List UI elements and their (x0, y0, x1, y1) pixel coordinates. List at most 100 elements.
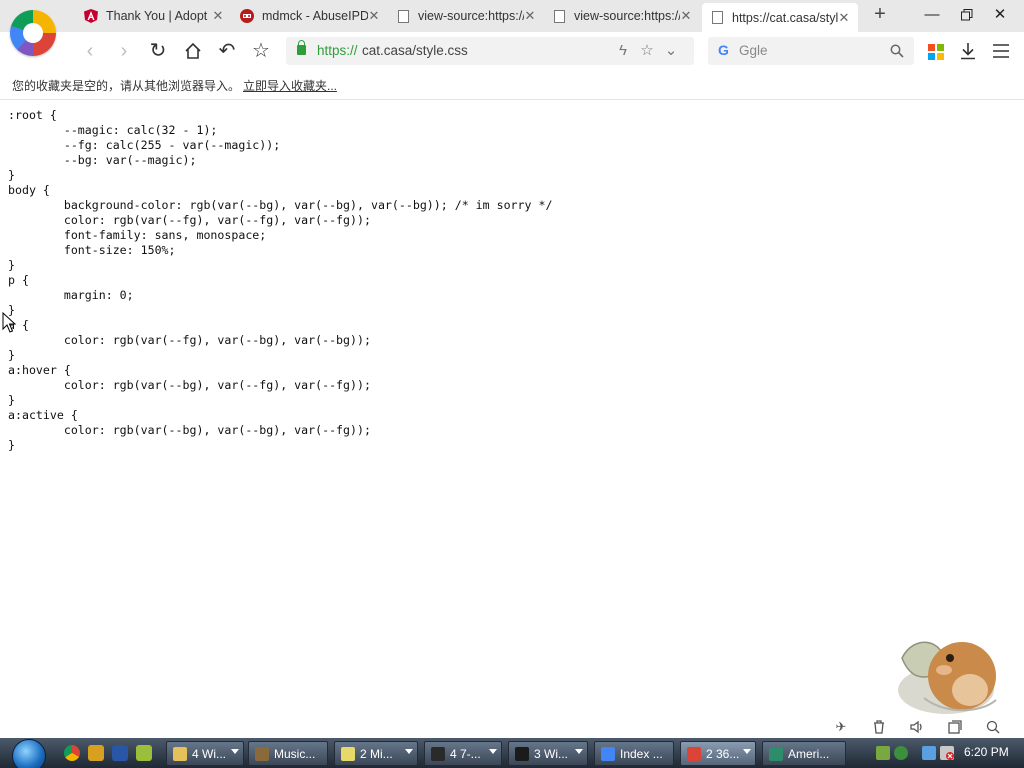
task-app-icon (255, 746, 269, 761)
close-window-button[interactable]: ✕ (988, 4, 1012, 26)
source-line: color: rgb(var(--bg), var(--fg), var(--f… (8, 378, 371, 392)
close-icon[interactable]: ✕ (368, 8, 380, 24)
start-button[interactable] (6, 738, 50, 768)
task-label: 2 Mi... (360, 746, 393, 761)
search-box[interactable]: G Ggle (708, 37, 914, 65)
taskbar-button[interactable]: 2 Mi... (334, 741, 418, 766)
close-icon[interactable]: ✕ (680, 8, 692, 24)
app-icon[interactable] (136, 745, 152, 761)
taskbar-button[interactable]: 4 Wi... (166, 741, 244, 766)
task-app-icon (687, 746, 701, 761)
source-line: a { (8, 318, 29, 332)
task-label: Index ... (620, 746, 663, 761)
tab-thank-you-adopt[interactable]: Thank You | Adopt ✕ (76, 3, 232, 29)
taskbar-button[interactable]: Ameri... (762, 741, 846, 766)
source-line: color: rgb(var(--fg), var(--bg), var(--b… (8, 333, 371, 347)
source-line: :root { (8, 108, 57, 122)
favorite-star-icon[interactable]: ☆ (638, 41, 656, 61)
source-line: } (8, 258, 15, 272)
source-line: } (8, 168, 15, 182)
bookmarks-empty-message: 您的收藏夹是空的，请从其他浏览器导入。 (12, 79, 241, 93)
css-source-text: :root { --magic: calc(32 - 1); --fg: cal… (8, 108, 552, 453)
angular-icon (84, 9, 98, 23)
task-label: 3 Wi... (534, 746, 569, 761)
close-icon[interactable]: ✕ (524, 8, 536, 24)
toolbar: ‹ › ↻ ↶ ☆ https:// cat.casa/style.css ϟ … (0, 32, 1024, 70)
tab-view-source-2[interactable]: view-source:https:// ✕ (544, 3, 700, 29)
taskbar-button[interactable]: 2 36... (680, 741, 756, 766)
task-label: Music... (274, 746, 316, 761)
tab-view-source-1[interactable]: view-source:https:// ✕ (388, 3, 544, 29)
address-bar[interactable]: https:// cat.casa/style.css ϟ ☆ ⌄ (286, 37, 694, 65)
tab-title: https://cat.casa/style (732, 10, 838, 25)
taskbar-button[interactable]: Index ... (594, 741, 674, 766)
undo-close-tab-button[interactable]: ↶ (215, 39, 239, 63)
chrome-icon[interactable] (64, 745, 80, 761)
google-icon: G (718, 42, 729, 58)
tab-cat-casa-style[interactable]: https://cat.casa/style ✕ (702, 3, 858, 32)
tab-abuseipdb[interactable]: mdmck - AbuseIPDB ✕ (232, 3, 388, 29)
document-icon (552, 9, 566, 23)
document-icon (396, 9, 410, 23)
source-line: } (8, 393, 15, 407)
trash-icon[interactable] (870, 718, 888, 736)
chevron-down-icon[interactable] (231, 749, 239, 754)
tab-title: Thank You | Adopt (106, 9, 208, 23)
url-text: cat.casa/style.css (362, 43, 468, 58)
task-app-icon (515, 746, 529, 761)
browser-logo-icon[interactable] (10, 10, 56, 56)
taskbar-button[interactable]: 3 Wi... (508, 741, 588, 766)
search-input[interactable]: Ggle (739, 43, 768, 58)
rocket-icon[interactable]: ✈ (832, 718, 850, 736)
lightning-icon[interactable]: ϟ (614, 41, 632, 61)
bookmark-star-button[interactable]: ☆ (249, 39, 273, 63)
page-content: :root { --magic: calc(32 - 1); --fg: cal… (0, 101, 1024, 713)
taskbar-button[interactable]: 4 7-... (424, 741, 502, 766)
chevron-down-icon[interactable] (575, 749, 583, 754)
volume-muted-icon[interactable] (940, 746, 954, 760)
paint-icon[interactable] (88, 745, 104, 761)
pip-window-icon[interactable] (946, 718, 964, 736)
computer-icon[interactable] (112, 745, 128, 761)
new-tab-button[interactable]: + (870, 4, 890, 26)
task-label: 4 7-... (450, 746, 481, 761)
tray-network-icon[interactable] (894, 746, 908, 760)
tray-app-icon[interactable] (876, 746, 890, 760)
source-line: --magic: calc(32 - 1); (8, 123, 218, 137)
source-line: p { (8, 273, 29, 287)
document-icon (710, 11, 724, 25)
chevron-down-icon[interactable] (489, 749, 497, 754)
import-bookmarks-link[interactable]: 立即导入收藏夹... (243, 77, 337, 94)
chevron-down-icon[interactable]: ⌄ (662, 41, 680, 61)
source-line: } (8, 303, 15, 317)
abuseipdb-icon (240, 9, 254, 23)
close-icon[interactable]: ✕ (838, 10, 850, 26)
restore-button[interactable] (955, 4, 979, 26)
search-icon[interactable] (890, 41, 904, 61)
chevron-down-icon[interactable] (743, 749, 751, 754)
task-label: 2 36... (706, 746, 740, 761)
taskbar-button[interactable]: Music... (248, 741, 328, 766)
source-line: background-color: rgb(var(--bg), var(--b… (8, 198, 553, 212)
chevron-down-icon[interactable] (405, 749, 413, 754)
source-line: font-size: 150%; (8, 243, 176, 257)
minimize-button[interactable]: — (920, 4, 944, 26)
reload-button[interactable]: ↻ (146, 39, 170, 63)
monitor-icon[interactable] (922, 746, 936, 760)
back-button[interactable]: ‹ (78, 39, 102, 63)
mouse-cursor-icon (2, 312, 16, 333)
menu-icon[interactable] (991, 39, 1011, 63)
source-line: margin: 0; (8, 288, 134, 302)
clock[interactable]: 6:20 PM (964, 745, 1009, 759)
download-icon[interactable] (958, 39, 978, 63)
forward-button[interactable]: › (112, 39, 136, 63)
apps-grid-icon[interactable] (928, 44, 944, 60)
volume-icon[interactable] (908, 718, 926, 736)
home-button[interactable] (181, 39, 205, 63)
close-icon[interactable]: ✕ (212, 8, 224, 24)
search-icon[interactable] (984, 718, 1002, 736)
source-line: a:hover { (8, 363, 71, 377)
tab-title: view-source:https:// (574, 9, 680, 23)
source-line: --bg: var(--magic); (8, 153, 197, 167)
source-line: } (8, 348, 15, 362)
